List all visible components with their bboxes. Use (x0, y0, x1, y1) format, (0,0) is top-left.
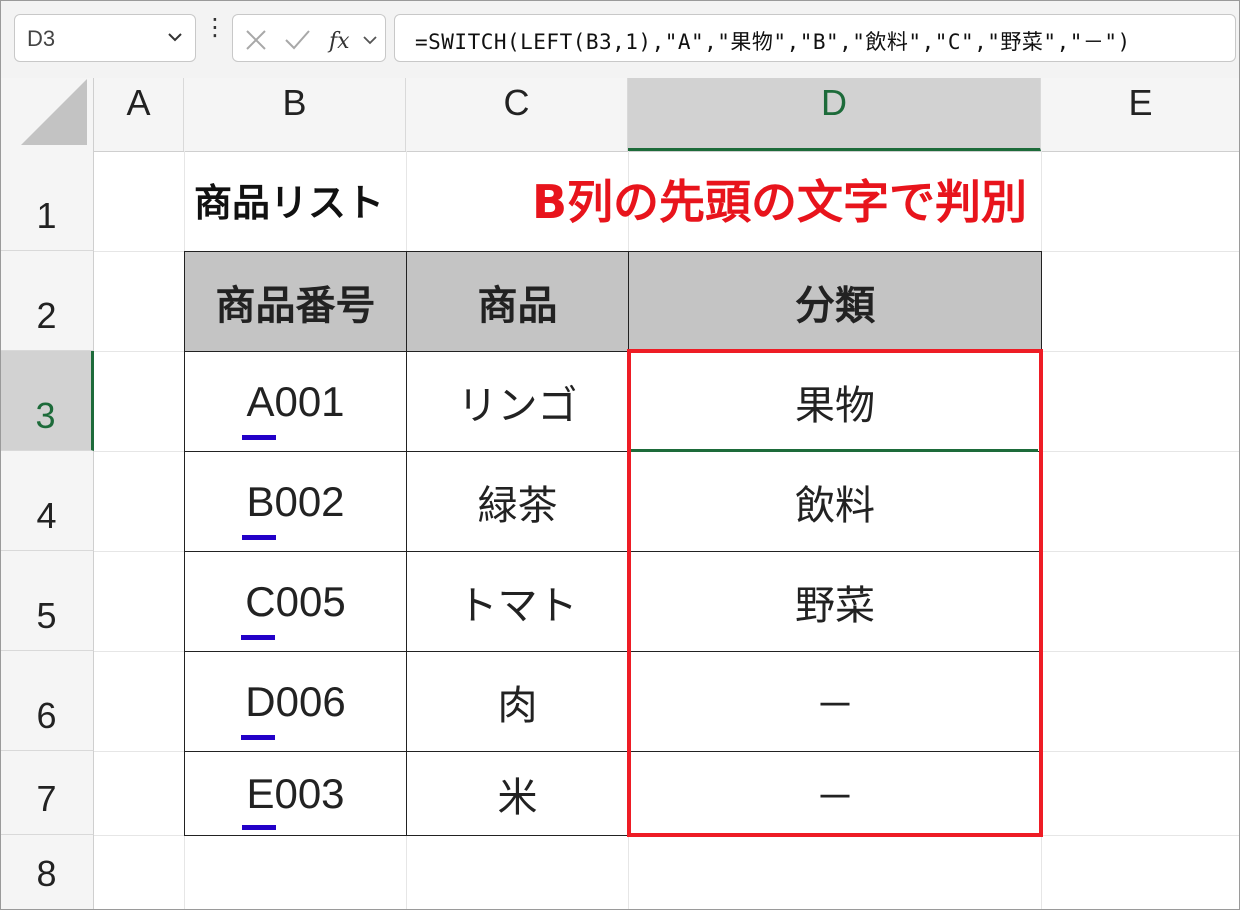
table-cell-category[interactable]: 果物 (628, 351, 1042, 452)
column-header-row: A B C D E (0, 78, 1240, 152)
enter-check-icon[interactable] (283, 27, 311, 53)
row-header-7[interactable]: 7 (0, 751, 94, 835)
annotation-callout: B列の先頭の文字で判別 (532, 175, 1028, 229)
select-all-triangle-icon (21, 79, 87, 145)
chevron-down-icon[interactable] (165, 27, 185, 47)
row-header-3[interactable]: 3 (0, 351, 94, 451)
row-header-5[interactable]: 5 (0, 551, 94, 651)
first-letter-underline (241, 734, 276, 740)
column-header-b[interactable]: B (184, 78, 406, 151)
table-cell-category[interactable]: 野菜 (628, 551, 1042, 652)
table-cell-product[interactable]: 肉 (406, 651, 629, 752)
table-header-product: 商品 (406, 251, 629, 352)
first-letter-underline (241, 634, 276, 640)
product-code: B002 (246, 477, 345, 525)
first-letter-underline (242, 434, 277, 440)
column-header-a[interactable]: A (94, 78, 184, 151)
table-cell-code[interactable]: E003 (184, 751, 407, 836)
row-header-8[interactable]: 8 (0, 835, 94, 910)
row-header-6[interactable]: 6 (0, 651, 94, 751)
table-cell-product[interactable]: 緑茶 (406, 451, 629, 552)
table-cell-code[interactable]: A001 (184, 351, 407, 452)
product-code: A001 (246, 377, 345, 425)
sheet-title: 商品リスト (194, 181, 385, 225)
table-cell-category[interactable]: － (628, 651, 1042, 752)
active-cell-indicator (630, 449, 1038, 452)
table-cell-code[interactable]: B002 (184, 451, 407, 552)
table-header-category: 分類 (628, 251, 1042, 352)
svg-text:fx: fx (327, 29, 350, 54)
formula-bar: D3 ⋮ fx =SWITCH(LEFT(B3,1),"A","果物","B",… (0, 0, 1240, 79)
first-letter-underline (242, 824, 277, 830)
table-cell-product[interactable]: トマト (406, 551, 629, 652)
product-code: E003 (246, 769, 345, 817)
formula-controls: fx (232, 14, 386, 62)
row-header-1[interactable]: 1 (0, 151, 94, 251)
row-header-4[interactable]: 4 (0, 451, 94, 551)
formula-text: =SWITCH(LEFT(B3,1),"A","果物","B","飲料","C"… (415, 30, 1131, 54)
name-box-value: D3 (27, 26, 56, 51)
formula-input[interactable]: =SWITCH(LEFT(B3,1),"A","果物","B","飲料","C"… (394, 14, 1236, 62)
insert-function-icon[interactable]: fx (327, 27, 357, 55)
table-cell-code[interactable]: D006 (184, 651, 407, 752)
table-cell-category[interactable]: 飲料 (628, 451, 1042, 552)
table-cell-category[interactable]: － (628, 751, 1042, 836)
chevron-down-icon[interactable] (361, 31, 379, 49)
table-cell-product[interactable]: 米 (406, 751, 629, 836)
product-code: D006 (245, 677, 346, 725)
table-cell-product[interactable]: リンゴ (406, 351, 629, 452)
select-all-button[interactable] (0, 78, 94, 151)
column-header-e[interactable]: E (1041, 78, 1240, 151)
more-options-icon[interactable]: ⋮ (203, 15, 227, 54)
column-header-d[interactable]: D (628, 78, 1041, 151)
name-box[interactable]: D3 (14, 14, 196, 62)
cancel-icon[interactable] (243, 27, 269, 53)
row-header-2[interactable]: 2 (0, 251, 94, 351)
first-letter-underline (242, 534, 277, 540)
table-cell-code[interactable]: C005 (184, 551, 407, 652)
table-header-code: 商品番号 (184, 251, 407, 352)
product-code: C005 (245, 577, 346, 625)
column-header-c[interactable]: C (406, 78, 628, 151)
